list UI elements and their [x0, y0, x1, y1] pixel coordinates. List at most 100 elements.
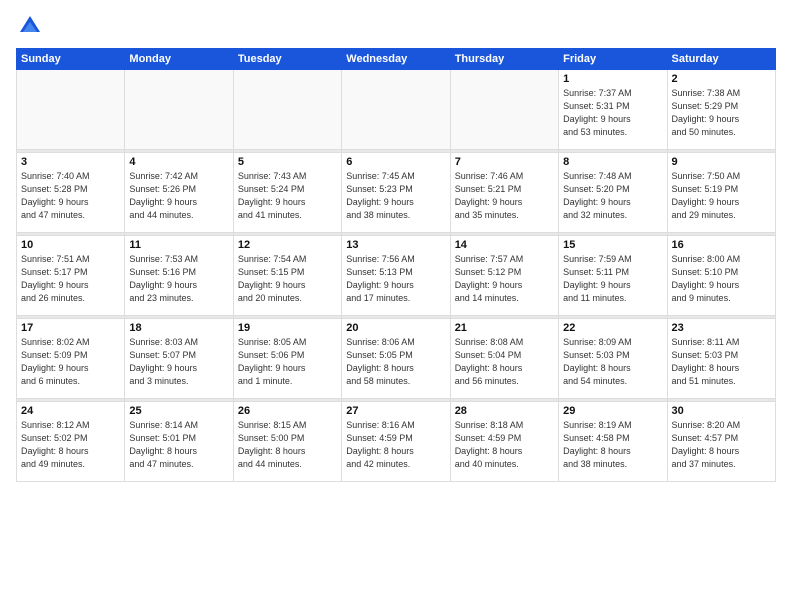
calendar-cell: 28 Sunrise: 8:18 AM Sunset: 4:59 PM Dayli…: [450, 402, 558, 482]
calendar-cell: 13 Sunrise: 7:56 AM Sunset: 5:13 PM Dayli…: [342, 236, 450, 316]
day-info: Sunrise: 8:14 AM Sunset: 5:01 PM Dayligh…: [129, 419, 228, 471]
calendar-cell: 18Sunrise: 8:03 AM Sunset: 5:07 PM Dayli…: [125, 319, 233, 399]
day-info: Sunrise: 7:57 AM Sunset: 5:12 PM Dayligh…: [455, 253, 554, 305]
calendar-cell: 23Sunrise: 8:11 AM Sunset: 5:03 PM Dayli…: [667, 319, 775, 399]
calendar-cell: 20 Sunrise: 8:06 AM Sunset: 5:05 PM Dayli…: [342, 319, 450, 399]
calendar-cell: [17, 70, 125, 150]
day-info: Sunrise: 8:08 AM Sunset: 5:04 PM Dayligh…: [455, 336, 554, 388]
day-info: Sunrise: 7:43 AM Sunset: 5:24 PM Dayligh…: [238, 170, 337, 222]
calendar-cell: 25 Sunrise: 8:14 AM Sunset: 5:01 PM Dayli…: [125, 402, 233, 482]
day-info: Sunrise: 7:53 AM Sunset: 5:16 PM Dayligh…: [129, 253, 228, 305]
calendar-cell: 27 Sunrise: 8:16 AM Sunset: 4:59 PM Dayli…: [342, 402, 450, 482]
calendar-cell: 11 Sunrise: 7:53 AM Sunset: 5:16 PM Dayli…: [125, 236, 233, 316]
day-info: Sunrise: 7:37 AM Sunset: 5:31 PM Dayligh…: [563, 87, 662, 139]
day-number: 7: [455, 156, 554, 168]
day-info: Sunrise: 7:50 AM Sunset: 5:19 PM Dayligh…: [672, 170, 771, 222]
day-info: Sunrise: 7:45 AM Sunset: 5:23 PM Dayligh…: [346, 170, 445, 222]
day-number: 17: [21, 322, 120, 334]
day-number: 13: [346, 239, 445, 251]
day-info: Sunrise: 8:00 AM Sunset: 5:10 PM Dayligh…: [672, 253, 771, 305]
week-row-3: 17 Sunrise: 8:02 AM Sunset: 5:09 PM Dayli…: [17, 319, 776, 399]
day-number: 21: [455, 322, 554, 334]
day-info: Sunrise: 8:16 AM Sunset: 4:59 PM Dayligh…: [346, 419, 445, 471]
day-number: 14: [455, 239, 554, 251]
weekday-header-thursday: Thursday: [450, 49, 558, 70]
weekday-header-tuesday: Tuesday: [233, 49, 341, 70]
week-row-2: 10Sunrise: 7:51 AM Sunset: 5:17 PM Dayli…: [17, 236, 776, 316]
day-number: 30: [672, 405, 771, 417]
day-info: Sunrise: 8:18 AM Sunset: 4:59 PM Dayligh…: [455, 419, 554, 471]
day-info: Sunrise: 7:54 AM Sunset: 5:15 PM Dayligh…: [238, 253, 337, 305]
calendar-cell: 26 Sunrise: 8:15 AM Sunset: 5:00 PM Dayli…: [233, 402, 341, 482]
day-number: 9: [672, 156, 771, 168]
calendar-cell: 4 Sunrise: 7:42 AM Sunset: 5:26 PM Daylig…: [125, 153, 233, 233]
day-info: Sunrise: 7:38 AM Sunset: 5:29 PM Dayligh…: [672, 87, 771, 139]
day-info: Sunrise: 7:40 AM Sunset: 5:28 PM Dayligh…: [21, 170, 120, 222]
calendar-cell: 8 Sunrise: 7:48 AM Sunset: 5:20 PM Daylig…: [559, 153, 667, 233]
day-info: Sunrise: 7:48 AM Sunset: 5:20 PM Dayligh…: [563, 170, 662, 222]
calendar-cell: 24 Sunrise: 8:12 AM Sunset: 5:02 PM Dayli…: [17, 402, 125, 482]
day-info: Sunrise: 8:12 AM Sunset: 5:02 PM Dayligh…: [21, 419, 120, 471]
day-number: 27: [346, 405, 445, 417]
day-info: Sunrise: 7:42 AM Sunset: 5:26 PM Dayligh…: [129, 170, 228, 222]
day-number: 6: [346, 156, 445, 168]
week-row-4: 24 Sunrise: 8:12 AM Sunset: 5:02 PM Dayli…: [17, 402, 776, 482]
calendar-cell: 7 Sunrise: 7:46 AM Sunset: 5:21 PM Daylig…: [450, 153, 558, 233]
weekday-header-row: SundayMondayTuesdayWednesdayThursdayFrid…: [17, 49, 776, 70]
day-number: 8: [563, 156, 662, 168]
day-number: 3: [21, 156, 120, 168]
day-info: Sunrise: 8:05 AM Sunset: 5:06 PM Dayligh…: [238, 336, 337, 388]
day-number: 11: [129, 239, 228, 251]
calendar-cell: [342, 70, 450, 150]
day-number: 24: [21, 405, 120, 417]
day-info: Sunrise: 7:46 AM Sunset: 5:21 PM Dayligh…: [455, 170, 554, 222]
day-info: Sunrise: 7:56 AM Sunset: 5:13 PM Dayligh…: [346, 253, 445, 305]
day-info: Sunrise: 8:15 AM Sunset: 5:00 PM Dayligh…: [238, 419, 337, 471]
calendar-cell: 3 Sunrise: 7:40 AM Sunset: 5:28 PM Daylig…: [17, 153, 125, 233]
day-number: 19: [238, 322, 337, 334]
day-info: Sunrise: 8:09 AM Sunset: 5:03 PM Dayligh…: [563, 336, 662, 388]
day-info: Sunrise: 8:19 AM Sunset: 4:58 PM Dayligh…: [563, 419, 662, 471]
weekday-header-sunday: Sunday: [17, 49, 125, 70]
day-number: 4: [129, 156, 228, 168]
day-info: Sunrise: 8:11 AM Sunset: 5:03 PM Dayligh…: [672, 336, 771, 388]
day-number: 5: [238, 156, 337, 168]
calendar-cell: [125, 70, 233, 150]
calendar-cell: 29Sunrise: 8:19 AM Sunset: 4:58 PM Dayli…: [559, 402, 667, 482]
calendar-cell: 6 Sunrise: 7:45 AM Sunset: 5:23 PM Daylig…: [342, 153, 450, 233]
calendar-cell: 9 Sunrise: 7:50 AM Sunset: 5:19 PM Daylig…: [667, 153, 775, 233]
calendar-cell: 14 Sunrise: 7:57 AM Sunset: 5:12 PM Dayli…: [450, 236, 558, 316]
day-number: 2: [672, 73, 771, 85]
weekday-header-wednesday: Wednesday: [342, 49, 450, 70]
weekday-header-saturday: Saturday: [667, 49, 775, 70]
calendar-cell: 10Sunrise: 7:51 AM Sunset: 5:17 PM Dayli…: [17, 236, 125, 316]
calendar-cell: [450, 70, 558, 150]
calendar-cell: 16Sunrise: 8:00 AM Sunset: 5:10 PM Dayli…: [667, 236, 775, 316]
calendar-page: SundayMondayTuesdayWednesdayThursdayFrid…: [0, 0, 792, 612]
day-info: Sunrise: 8:02 AM Sunset: 5:09 PM Dayligh…: [21, 336, 120, 388]
day-number: 26: [238, 405, 337, 417]
day-number: 28: [455, 405, 554, 417]
day-number: 25: [129, 405, 228, 417]
logo-icon: [16, 12, 44, 40]
weekday-header-friday: Friday: [559, 49, 667, 70]
header: [16, 12, 776, 40]
day-number: 15: [563, 239, 662, 251]
calendar-cell: 5 Sunrise: 7:43 AM Sunset: 5:24 PM Daylig…: [233, 153, 341, 233]
calendar-cell: 17 Sunrise: 8:02 AM Sunset: 5:09 PM Dayli…: [17, 319, 125, 399]
calendar-cell: 12 Sunrise: 7:54 AM Sunset: 5:15 PM Dayli…: [233, 236, 341, 316]
calendar-cell: 22 Sunrise: 8:09 AM Sunset: 5:03 PM Dayli…: [559, 319, 667, 399]
day-number: 22: [563, 322, 662, 334]
week-row-0: 1Sunrise: 7:37 AM Sunset: 5:31 PM Daylig…: [17, 70, 776, 150]
calendar-cell: 30Sunrise: 8:20 AM Sunset: 4:57 PM Dayli…: [667, 402, 775, 482]
calendar-cell: 1Sunrise: 7:37 AM Sunset: 5:31 PM Daylig…: [559, 70, 667, 150]
day-info: Sunrise: 7:59 AM Sunset: 5:11 PM Dayligh…: [563, 253, 662, 305]
weekday-header-monday: Monday: [125, 49, 233, 70]
day-info: Sunrise: 8:06 AM Sunset: 5:05 PM Dayligh…: [346, 336, 445, 388]
day-number: 12: [238, 239, 337, 251]
day-number: 10: [21, 239, 120, 251]
calendar-cell: [233, 70, 341, 150]
day-number: 20: [346, 322, 445, 334]
day-info: Sunrise: 8:03 AM Sunset: 5:07 PM Dayligh…: [129, 336, 228, 388]
logo: [16, 12, 48, 40]
